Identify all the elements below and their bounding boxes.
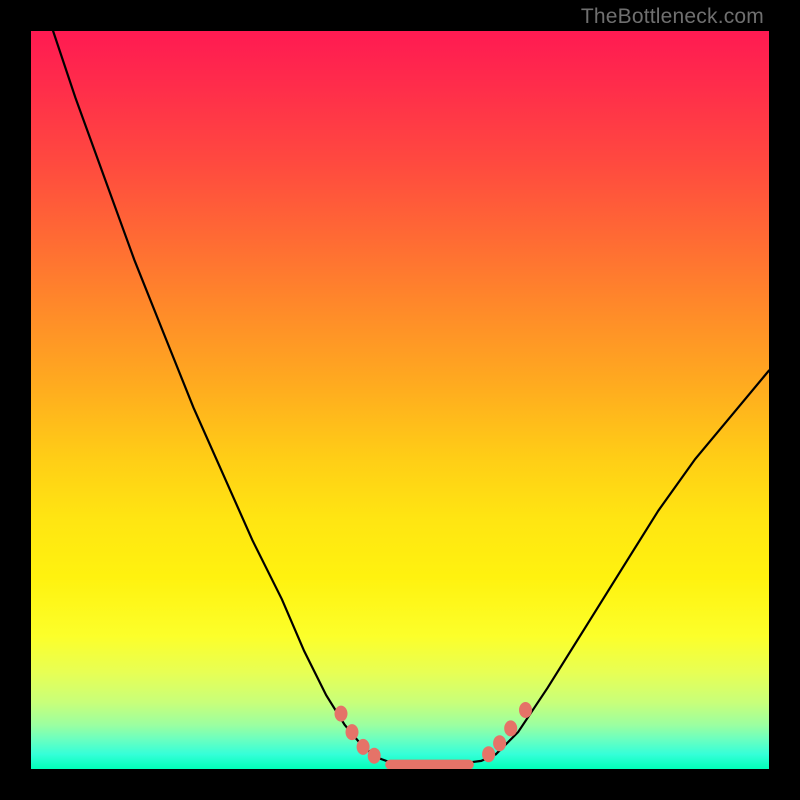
outer-frame: TheBottleneck.com xyxy=(0,0,800,800)
curve-right-path xyxy=(496,371,769,755)
plot-area xyxy=(31,31,769,769)
marker-dot xyxy=(368,748,381,764)
marker-dot xyxy=(482,746,495,762)
marker-cluster-right xyxy=(482,702,532,762)
marker-dot xyxy=(357,739,370,755)
marker-dot xyxy=(335,706,348,722)
curve-svg xyxy=(31,31,769,769)
marker-dot xyxy=(493,735,506,751)
marker-dot xyxy=(346,724,359,740)
marker-bottom-bar xyxy=(385,760,474,769)
marker-dot xyxy=(504,720,517,736)
curve-left-path xyxy=(53,31,378,758)
marker-dot xyxy=(519,702,532,718)
marker-cluster-left xyxy=(335,706,381,764)
marker-bar-rect xyxy=(385,760,474,769)
watermark-text: TheBottleneck.com xyxy=(581,5,764,29)
